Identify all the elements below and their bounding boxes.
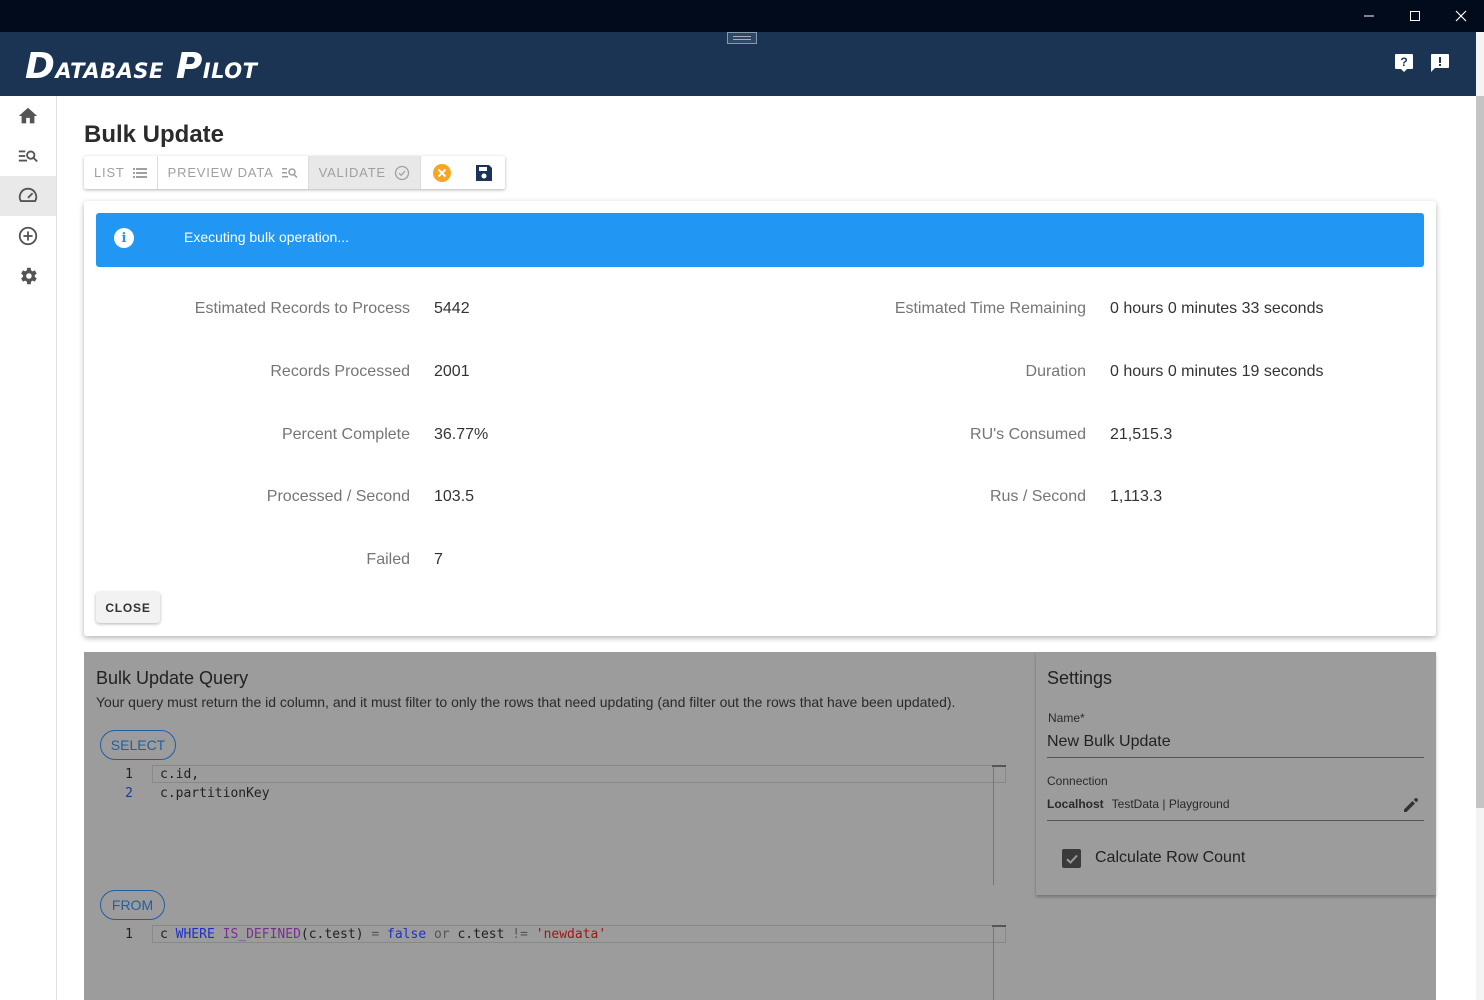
maximize-icon[interactable] bbox=[1392, 0, 1438, 32]
from-code-line[interactable]: c WHERE IS_DEFINED(c.test) = false or c.… bbox=[160, 927, 606, 942]
list-button-label: LIST bbox=[94, 165, 125, 180]
stat-value: 0 hours 0 minutes 19 seconds bbox=[1110, 363, 1324, 380]
stat-value: 1,113.3 bbox=[1110, 488, 1163, 505]
checkmark-icon bbox=[1065, 854, 1078, 864]
name-field-underline bbox=[1047, 757, 1424, 758]
from-chip[interactable]: FROM bbox=[100, 890, 165, 920]
speedometer-icon bbox=[18, 187, 38, 202]
stat-value: 5442 bbox=[434, 300, 470, 317]
connection-field[interactable]: Localhost TestData | Playground bbox=[1047, 797, 1230, 811]
panel-gap bbox=[1021, 652, 1036, 1000]
app-logo: DATABASE PILOT bbox=[25, 46, 258, 87]
connection-path: TestData | Playground bbox=[1111, 797, 1230, 811]
stat-label: Duration bbox=[1025, 363, 1086, 380]
stat-label: Processed / Second bbox=[266, 488, 410, 505]
stat-value: 103.5 bbox=[434, 488, 475, 505]
connection-label: Connection bbox=[1047, 774, 1108, 788]
sidebar bbox=[0, 96, 57, 1000]
stat-value: 7 bbox=[434, 551, 443, 568]
editor-scrollbar-cap bbox=[992, 925, 1006, 927]
page-title: Bulk Update bbox=[84, 121, 225, 148]
stat-label: Rus / Second bbox=[989, 488, 1086, 505]
stat-label: Estimated Records to Process bbox=[194, 300, 410, 317]
validate-button[interactable]: VALIDATE bbox=[308, 156, 421, 189]
page-scrollbar-thumb[interactable] bbox=[1476, 96, 1484, 808]
stat-value: 36.77% bbox=[434, 426, 489, 443]
save-button[interactable] bbox=[463, 156, 505, 189]
current-line-highlight bbox=[152, 765, 1006, 783]
stat-label: Percent Complete bbox=[281, 426, 410, 443]
sidebar-item-query[interactable] bbox=[0, 136, 56, 176]
list-icon bbox=[132, 167, 147, 178]
search-list-icon bbox=[18, 150, 38, 163]
code-line[interactable]: c.id, bbox=[160, 767, 199, 782]
help-icon[interactable]: ? bbox=[1393, 52, 1415, 74]
query-title: Bulk Update Query bbox=[96, 668, 249, 688]
stat-label: Estimated Time Remaining bbox=[894, 300, 1086, 317]
connection-host: Localhost bbox=[1047, 797, 1104, 811]
stat-label: Failed bbox=[366, 551, 410, 568]
stat-value: 21,515.3 bbox=[1110, 426, 1173, 443]
line-number: 1 bbox=[125, 927, 133, 942]
svg-text:?: ? bbox=[1400, 55, 1407, 69]
alert-message: Executing bulk operation... bbox=[184, 229, 349, 245]
stat-label: Records Processed bbox=[270, 363, 410, 380]
sidebar-item-add[interactable] bbox=[0, 216, 56, 256]
drag-handle[interactable] bbox=[727, 32, 757, 44]
name-label: Name* bbox=[1048, 711, 1085, 725]
app-header: DATABASE PILOT ? bbox=[0, 32, 1476, 96]
calculate-row-count-checkbox[interactable] bbox=[1062, 849, 1081, 868]
query-description: Your query must return the id column, an… bbox=[96, 694, 956, 710]
close-button[interactable]: CLOSE bbox=[96, 592, 160, 623]
validate-label: VALIDATE bbox=[318, 165, 386, 180]
home-icon bbox=[18, 107, 38, 124]
gear-icon bbox=[21, 267, 37, 285]
close-icon[interactable] bbox=[1438, 0, 1484, 32]
preview-data-button[interactable]: PREVIEW DATA bbox=[158, 156, 309, 189]
stat-label: RU's Consumed bbox=[970, 426, 1086, 443]
select-chip[interactable]: SELECT bbox=[100, 730, 176, 760]
preview-data-label: PREVIEW DATA bbox=[167, 165, 274, 180]
add-circle-icon bbox=[18, 226, 38, 246]
save-icon bbox=[475, 164, 492, 181]
sidebar-item-home[interactable] bbox=[0, 96, 56, 136]
editor-scrollbar[interactable] bbox=[993, 927, 994, 1000]
name-field[interactable]: New Bulk Update bbox=[1047, 733, 1171, 751]
cancel-button[interactable] bbox=[421, 156, 463, 189]
sidebar-item-settings[interactable] bbox=[0, 256, 56, 296]
stat-value: 2001 bbox=[434, 363, 470, 380]
check-circle-icon bbox=[394, 165, 410, 180]
bulk-toolbar: LIST PREVIEW DATA VALIDATE bbox=[84, 156, 505, 189]
pencil-icon[interactable] bbox=[1401, 795, 1421, 815]
minimize-icon[interactable] bbox=[1346, 0, 1392, 32]
editor-scrollbar-cap bbox=[992, 765, 1006, 767]
search-list-icon bbox=[281, 167, 298, 178]
panel-background bbox=[1036, 895, 1436, 1000]
stat-value: 0 hours 0 minutes 33 seconds bbox=[1110, 300, 1324, 317]
feedback-icon[interactable] bbox=[1429, 52, 1451, 74]
cancel-icon bbox=[432, 163, 451, 182]
sidebar-item-bulk[interactable] bbox=[0, 176, 56, 216]
editor-scrollbar[interactable] bbox=[993, 767, 994, 885]
code-line[interactable]: c.partitionKey bbox=[160, 786, 270, 801]
info-icon: i bbox=[114, 228, 134, 248]
connection-field-underline bbox=[1047, 820, 1424, 821]
settings-title: Settings bbox=[1047, 668, 1113, 688]
line-number: 2 bbox=[125, 786, 133, 801]
list-button[interactable]: LIST bbox=[84, 156, 158, 189]
window-titlebar bbox=[0, 0, 1484, 32]
calculate-row-count-label: Calculate Row Count bbox=[1095, 849, 1246, 866]
line-number: 1 bbox=[125, 767, 133, 782]
